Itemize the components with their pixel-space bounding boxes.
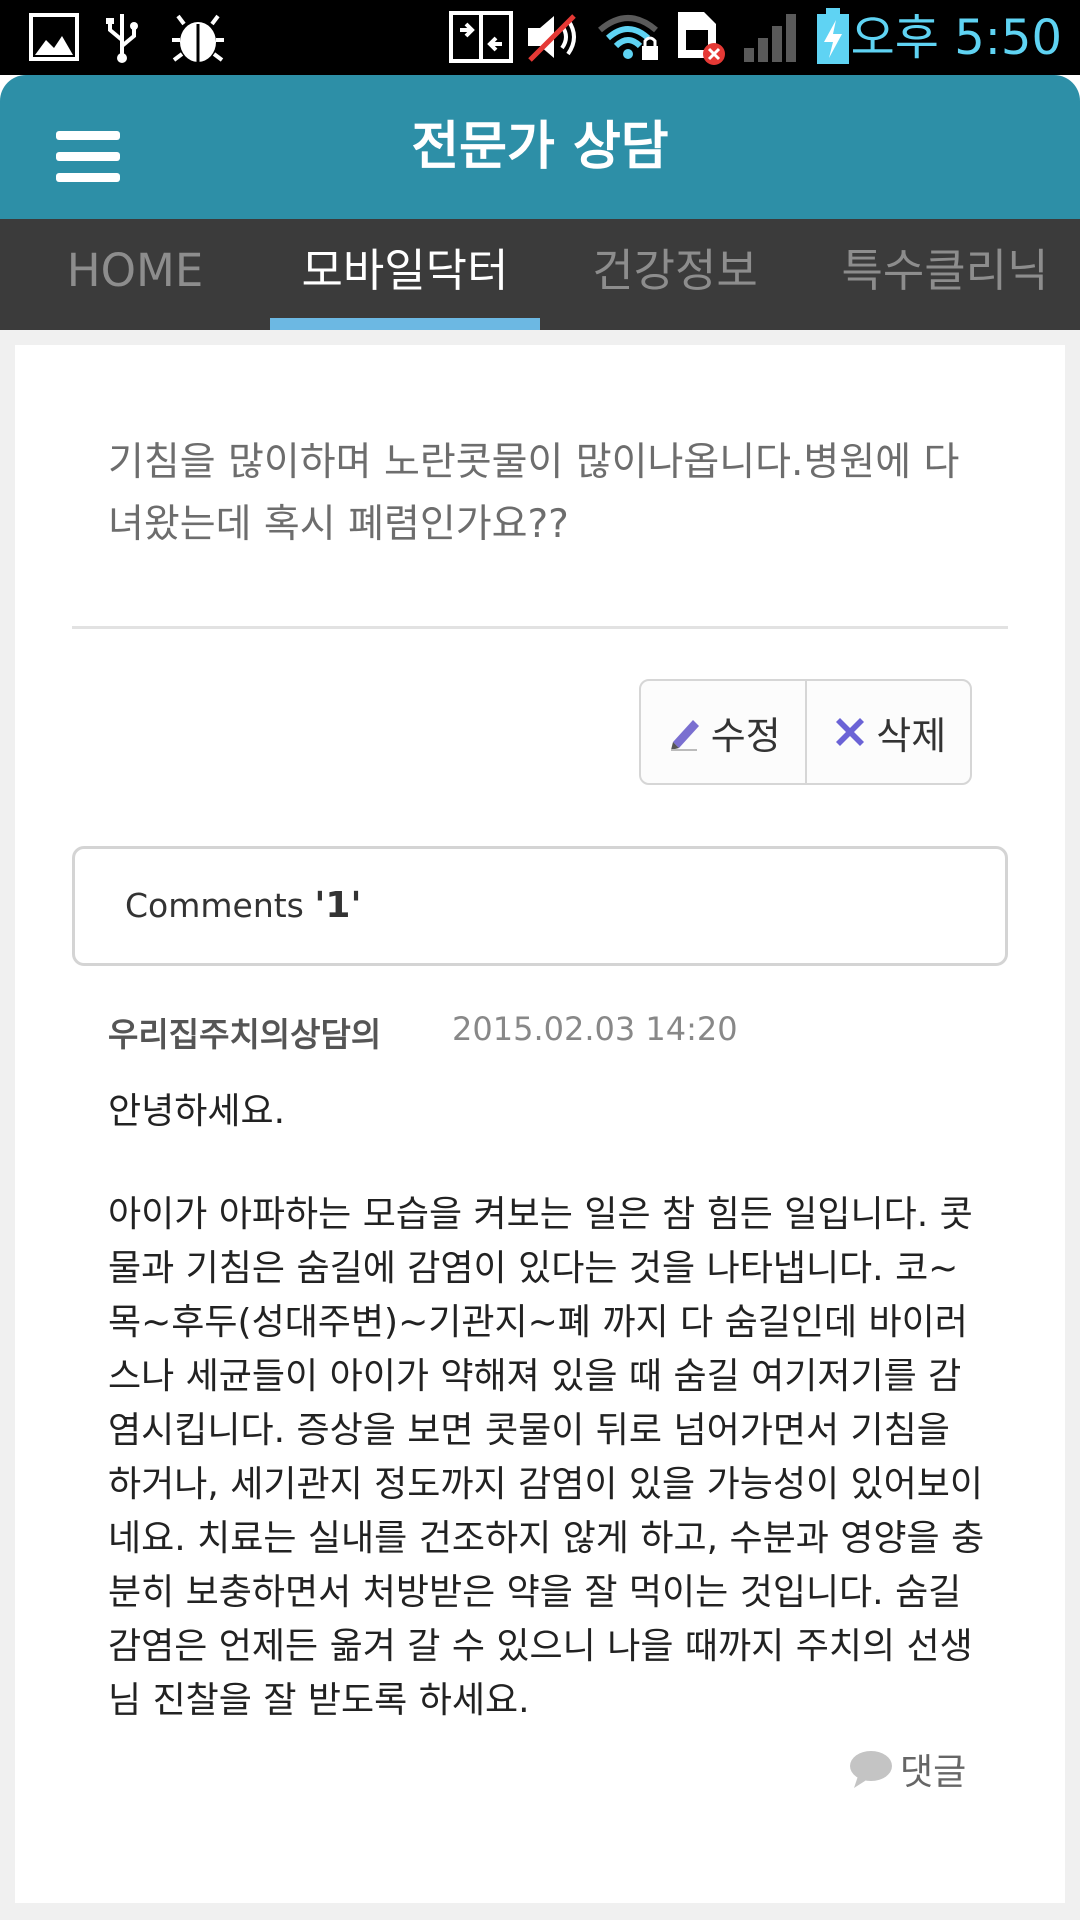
comment-date: 2015.02.03 14:20 xyxy=(452,1010,738,1048)
x-icon xyxy=(836,718,865,746)
action-button-group: 수정 삭제 xyxy=(639,679,972,785)
pencil-icon xyxy=(670,720,699,751)
wifi-lock-icon xyxy=(598,15,658,60)
edit-button[interactable]: 수정 xyxy=(641,681,805,783)
tab-health-info[interactable]: 건강정보 xyxy=(540,219,810,330)
page-title: 전문가 상담 xyxy=(411,117,669,177)
tab-active-indicator xyxy=(270,318,540,330)
sim-error-icon xyxy=(678,12,725,65)
comments-header: Comments '1' xyxy=(72,846,1008,966)
comment-body: 아이가 아파하는 모습을 켜보는 일은 참 힘든 일입니다. 콧물과 기침은 숨… xyxy=(108,1194,985,1721)
data-transfer-icon xyxy=(449,11,513,63)
status-bar: 오후 5:50 xyxy=(0,0,1080,75)
app-header: 전문가 상담 xyxy=(0,75,1080,219)
divider xyxy=(72,626,1008,629)
tab-mobile-doctor[interactable]: 모바일닥터 xyxy=(270,219,540,330)
usb-icon xyxy=(106,14,138,63)
signal-icon xyxy=(744,14,796,62)
comments-title: Comments '1' xyxy=(125,849,361,963)
question-text: 기침을 많이하며 노란콧물이 많이나옵니다.병원에 다녀왔는데 혹시 폐렴인가요… xyxy=(108,440,960,547)
tab-special-clinic[interactable]: 특수클리닉 xyxy=(810,219,1080,330)
comment-greeting: 안녕하세요. xyxy=(108,1091,286,1132)
bug-icon xyxy=(172,14,224,62)
status-clock: 오후 5:50 xyxy=(850,10,1062,66)
edit-button-label: 수정 xyxy=(710,713,781,758)
delete-button[interactable]: 삭제 xyxy=(804,681,971,783)
comments-label: Comments xyxy=(125,886,304,925)
battery-charging-icon xyxy=(817,8,849,64)
comment-author: 우리집주치의상담의 xyxy=(108,1015,382,1054)
speech-bubble-icon xyxy=(850,1751,892,1788)
comments-count: '1' xyxy=(314,885,362,926)
tab-home[interactable]: HOME xyxy=(0,219,270,330)
tab-bar: HOME 모바일닥터 건강정보 특수클리닉 xyxy=(0,219,1080,330)
image-icon xyxy=(29,13,79,61)
reply-button[interactable]: 댓글 xyxy=(848,1744,966,1794)
delete-button-label: 삭제 xyxy=(876,713,947,758)
reply-label: 댓글 xyxy=(900,1752,967,1793)
volume-muted-icon xyxy=(528,14,576,62)
